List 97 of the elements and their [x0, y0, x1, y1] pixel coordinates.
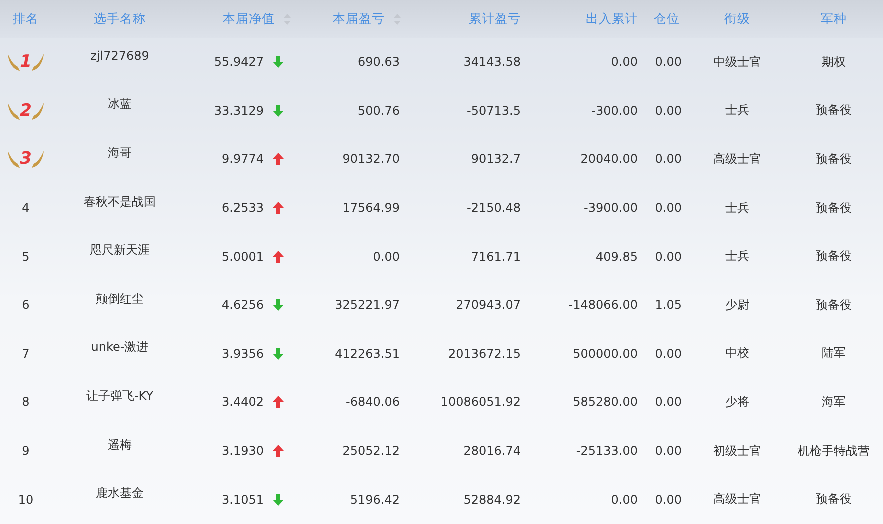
table-cell: 初级士官	[714, 442, 762, 460]
table-cell: 预备役	[816, 296, 852, 314]
rank-number: 9	[22, 444, 30, 458]
table-cell: 0.00	[655, 152, 682, 166]
table-cell: 0.00	[655, 444, 682, 458]
player-name[interactable]: 海哥	[108, 144, 132, 162]
column-header: 出入累计	[585, 10, 639, 28]
rank-number: 8	[22, 395, 30, 410]
column-header: 衔级	[724, 10, 752, 28]
table-cell: -2150.48	[467, 201, 521, 216]
table-cell: 10086051.92	[440, 395, 521, 410]
table-cell: 52884.92	[464, 492, 521, 507]
player-name[interactable]: 让子弹飞-KY	[86, 388, 154, 405]
table-cell: 500000.00	[573, 346, 638, 361]
table-cell: -50713.5	[467, 104, 521, 118]
table-cell: 17564.99	[342, 201, 400, 216]
table-cell: 期权	[822, 54, 846, 71]
net-value: 3.1051	[222, 492, 264, 507]
table-cell: -300.00	[592, 104, 638, 118]
table-cell: 中级士官	[714, 54, 762, 71]
net-value: 5.0001	[222, 250, 264, 264]
column-header: 选手名称	[93, 10, 147, 28]
player-name[interactable]: zjl727689	[90, 49, 150, 64]
table-cell: 0.00	[655, 492, 682, 507]
table-cell: 预备役	[816, 491, 852, 508]
table-cell: 25052.12	[342, 444, 400, 458]
player-name[interactable]: 咫尺新天涯	[90, 242, 150, 260]
table-cell: 0.00	[655, 250, 682, 264]
table-cell: -6840.06	[346, 395, 400, 410]
table-cell: 0.00	[655, 346, 682, 361]
table-cell: 0.00	[655, 104, 682, 118]
player-name[interactable]: 颠倒红尘	[96, 290, 144, 308]
table-cell: 0.00	[655, 55, 682, 70]
table-cell: 海军	[822, 394, 846, 411]
net-value: 6.2533	[222, 201, 264, 216]
table-cell: 0.00	[655, 395, 682, 410]
table-cell: 机枪手特战营	[798, 442, 870, 460]
table-cell: 325221.97	[335, 298, 400, 312]
column-header: 排名	[12, 10, 40, 28]
table-cell: 409.85	[596, 250, 638, 264]
rank-number: 6	[22, 298, 30, 312]
table-cell: 90132.7	[471, 152, 521, 166]
table-cell: -3900.00	[584, 201, 638, 216]
table-cell: 500.76	[358, 104, 400, 118]
laurel-rank-badge: 2	[6, 98, 46, 123]
table-cell: 陆军	[822, 345, 846, 362]
table-cell: -25133.00	[576, 444, 638, 458]
rank-number: 5	[22, 250, 30, 264]
player-name[interactable]: 春秋不是战国	[84, 194, 156, 211]
table-cell: 0.00	[373, 250, 400, 264]
table-cell: 0.00	[611, 492, 638, 507]
net-value: 33.3129	[214, 104, 264, 118]
rank-number: 7	[22, 346, 30, 361]
net-value: 4.6256	[222, 298, 264, 312]
table-cell: 270943.07	[456, 298, 521, 312]
table-cell: 2013672.15	[448, 346, 521, 361]
player-name[interactable]: 冰蓝	[108, 96, 132, 114]
table-cell: 少尉	[726, 296, 750, 314]
player-name[interactable]: unke-激进	[91, 339, 149, 356]
table-cell: 34143.58	[464, 55, 521, 70]
table-cell: -148066.00	[568, 298, 638, 312]
rank-number: 10	[18, 492, 34, 507]
table-cell: 1.05	[655, 298, 682, 312]
table-cell: 0.00	[655, 201, 682, 216]
table-cell: 0.00	[611, 55, 638, 70]
table-cell: 士兵	[726, 102, 750, 120]
player-name[interactable]: 鹿水基金	[96, 485, 144, 502]
rank-number: 4	[22, 201, 30, 216]
table-cell: 预备役	[816, 102, 852, 120]
net-value: 9.9774	[222, 152, 264, 166]
net-value: 3.4402	[222, 395, 264, 410]
laurel-rank-badge: 3	[6, 147, 46, 172]
table-cell: 5196.42	[350, 492, 400, 507]
column-header: 累计盈亏	[468, 10, 522, 28]
table-cell: 预备役	[816, 200, 852, 217]
column-header: 军种	[820, 10, 848, 28]
table-cell: 预备役	[816, 248, 852, 266]
laurel-rank-badge: 1	[6, 50, 46, 74]
net-value: 3.1930	[222, 444, 264, 458]
net-value: 55.9427	[214, 55, 264, 70]
table-cell: 预备役	[816, 150, 852, 168]
column-header: 仓位	[653, 10, 681, 28]
table-cell: 20040.00	[580, 152, 638, 166]
table-cell: 690.63	[358, 55, 400, 70]
table-cell: 中校	[726, 345, 750, 362]
table-cell: 少将	[726, 394, 750, 411]
table-cell: 士兵	[726, 248, 750, 266]
net-value: 3.9356	[222, 346, 264, 361]
table-cell: 高级士官	[714, 150, 762, 168]
table-cell: 士兵	[726, 200, 750, 217]
table-cell: 585280.00	[573, 395, 638, 410]
table-cell: 412263.51	[335, 346, 400, 361]
player-name[interactable]: 遥梅	[108, 436, 132, 454]
table-cell: 28016.74	[464, 444, 521, 458]
table-cell: 7161.71	[471, 250, 521, 264]
table-cell: 90132.70	[342, 152, 400, 166]
table-cell: 高级士官	[714, 491, 762, 508]
